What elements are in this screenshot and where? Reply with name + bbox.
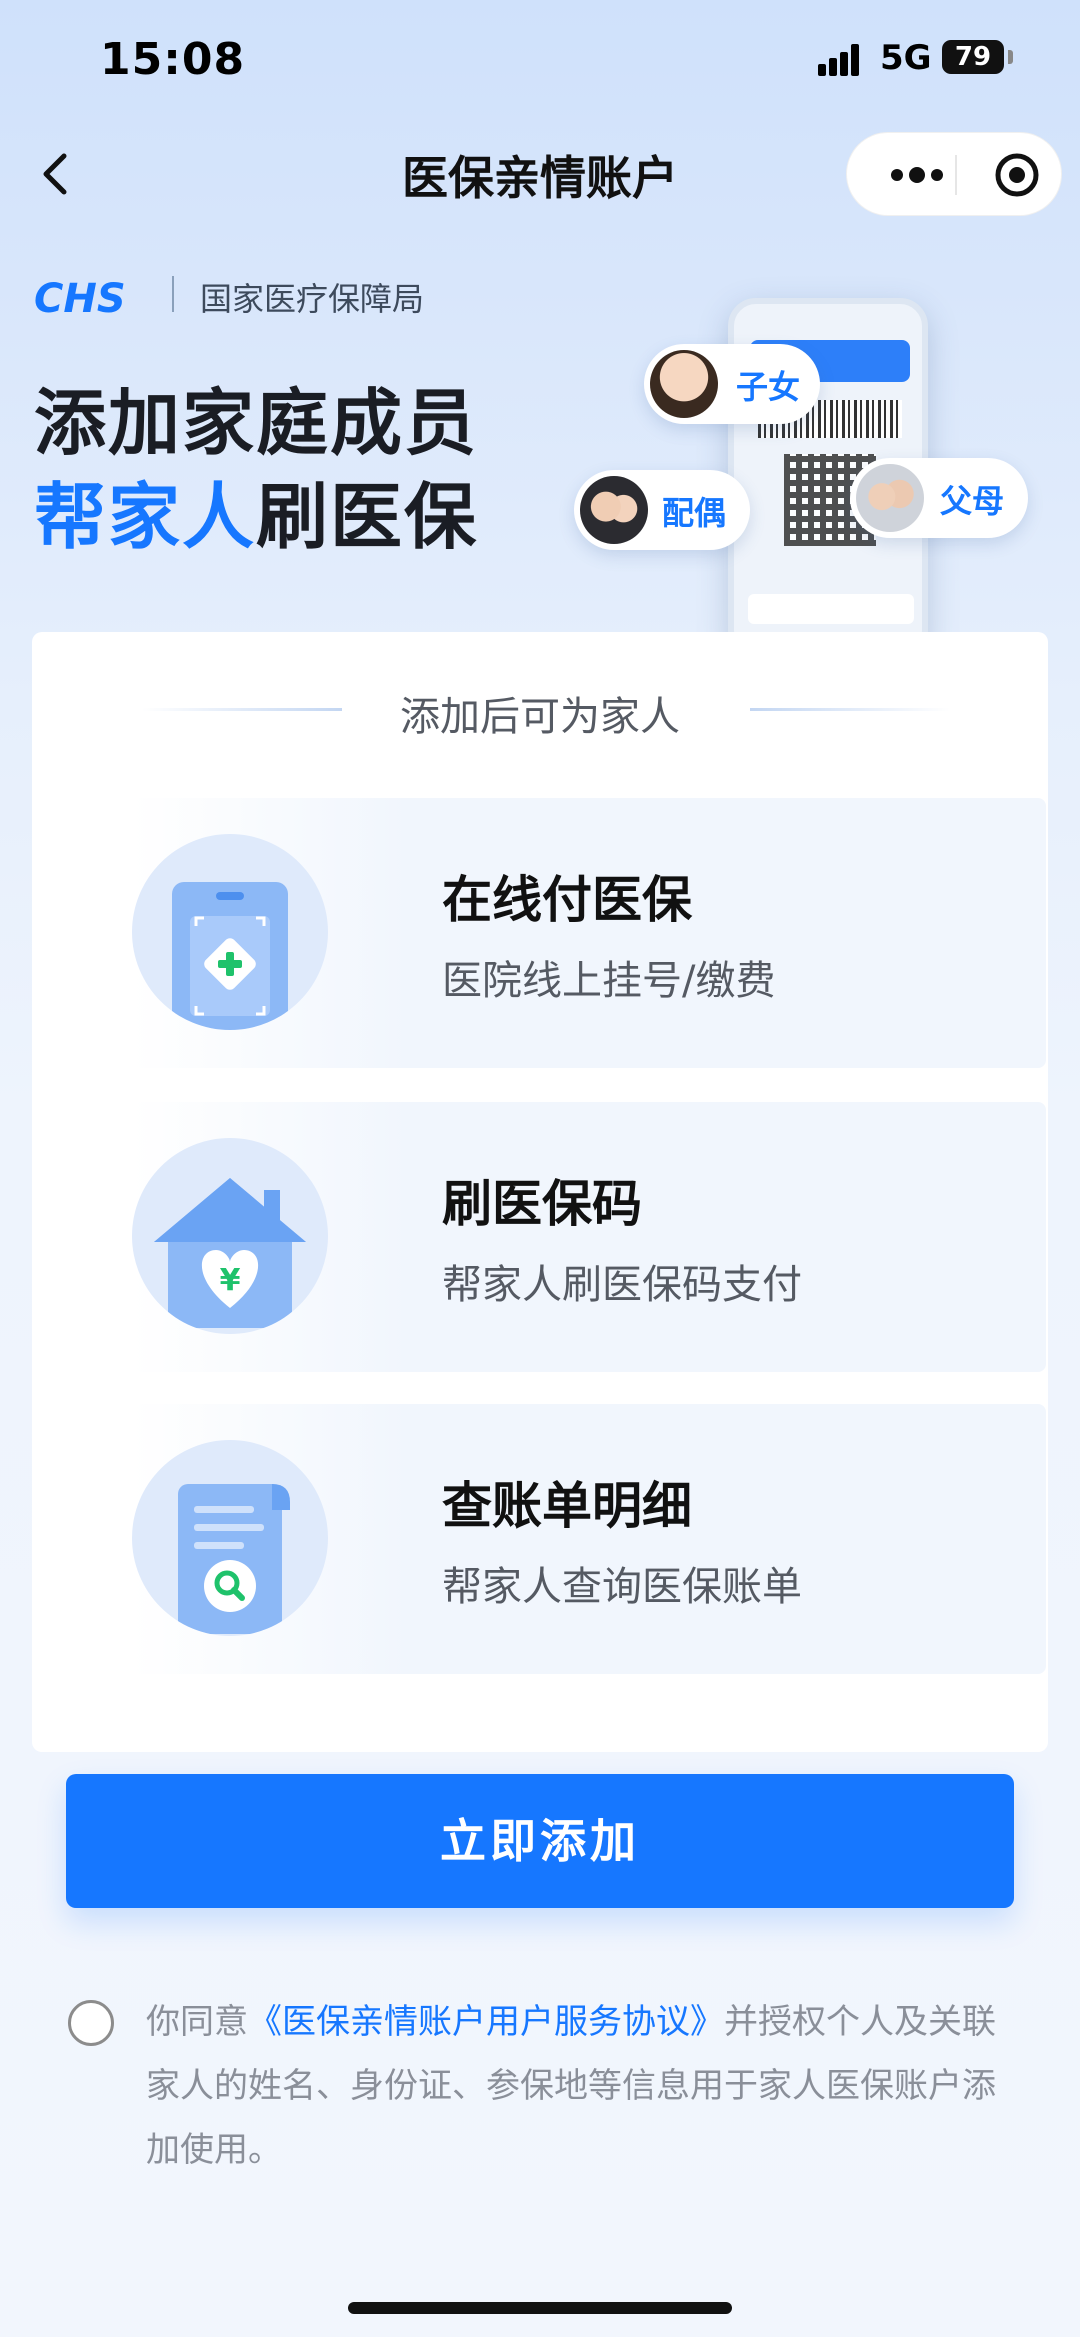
close-button[interactable] [977, 133, 1057, 217]
feature-desc: 医院线上挂号/缴费 [442, 958, 776, 1004]
add-now-button[interactable]: 立即添加 [66, 1774, 1014, 1908]
feature-desc: 帮家人查询医保账单 [442, 1564, 802, 1610]
chs-logo: CHS [34, 276, 126, 320]
phone-row [748, 594, 914, 624]
bubble-child-label: 子女 [736, 368, 801, 406]
more-button[interactable] [877, 133, 957, 217]
bubble-parents-label: 父母 [940, 482, 1005, 520]
banner: CHS 国家医疗保障局 添加家庭成员 帮家人刷医保 子女 配偶 父母 [0, 232, 1080, 652]
status-bar: 15:08 5G 79 [0, 0, 1080, 120]
target-icon [995, 153, 1039, 197]
medical-card-icon [132, 834, 328, 1030]
bubble-spouse: 配偶 [574, 470, 750, 550]
battery-icon: 79 [942, 40, 1004, 74]
headline-rest: 刷医保 [256, 475, 479, 559]
svg-text:CHS: CHS [34, 276, 126, 320]
bill-search-icon [132, 1440, 328, 1636]
battery-tip [1008, 50, 1013, 64]
status-time: 15:08 [100, 34, 246, 85]
mini-program-capsule [846, 132, 1062, 216]
feature-online-pay: 在线付医保 医院线上挂号/缴费 [132, 798, 1046, 1068]
header-line-right [750, 708, 950, 711]
capsule-divider [955, 155, 957, 195]
agreement-text: 你同意《医保亲情账户用户服务协议》并授权个人及关联家人的姓名、身份证、参保地等信… [146, 1990, 1006, 2182]
headline-highlight: 帮家人 [34, 475, 257, 559]
feature-desc: 帮家人刷医保码支付 [442, 1262, 802, 1308]
house-heart-yuan-icon: ¥ [132, 1138, 328, 1334]
agreement-link[interactable]: 《医保亲情账户用户服务协议》 [248, 2002, 724, 2042]
svg-text:¥: ¥ [220, 1263, 241, 1298]
bureau-name: 国家医疗保障局 [200, 280, 425, 318]
agreement-checkbox[interactable] [68, 2000, 114, 2046]
feature-scan-code: ¥ 刷医保码 帮家人刷医保码支付 [132, 1102, 1046, 1372]
agreement-prefix: 你同意 [146, 2002, 248, 2042]
parents-avatar [856, 464, 924, 532]
features-header: 添加后可为家人 [400, 694, 680, 740]
network-type: 5G [880, 38, 932, 78]
home-indicator [348, 2302, 732, 2314]
bubble-parents: 父母 [850, 458, 1028, 538]
child-avatar [650, 350, 718, 418]
bubble-child: 子女 [644, 344, 820, 424]
feature-title: 刷医保码 [442, 1175, 642, 1233]
bubble-spouse-label: 配偶 [662, 494, 727, 532]
feature-title: 在线付医保 [442, 871, 692, 929]
more-dots-icon [891, 167, 943, 183]
logo-separator [172, 276, 174, 312]
signal-icon [818, 42, 868, 76]
spouse-avatar [580, 476, 648, 544]
headline-line2: 帮家人刷医保 [34, 458, 478, 563]
headline-line1: 添加家庭成员 [34, 381, 479, 465]
features-card: 添加后可为家人 在线付医保 医院线上挂号/缴费 ¥ 刷医保码 帮家人刷医保码支付… [32, 632, 1048, 1752]
feature-title: 查账单明细 [442, 1477, 692, 1535]
feature-bill-detail: 查账单明细 帮家人查询医保账单 [132, 1404, 1046, 1674]
